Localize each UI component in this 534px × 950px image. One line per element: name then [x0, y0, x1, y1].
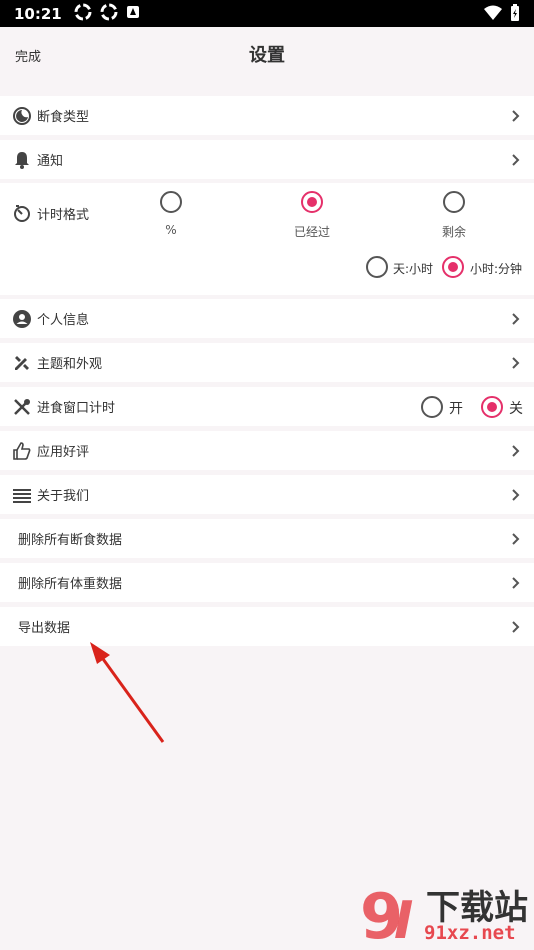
row-notification[interactable]: 通知: [0, 140, 534, 179]
status-bar: 10:21: [0, 0, 534, 27]
option-percent-label: %: [165, 223, 177, 237]
chevron-right-icon: [508, 355, 522, 369]
bell-icon: [12, 150, 32, 170]
row-label-fasting-type: 断食类型: [37, 110, 90, 125]
row-label-about: 关于我们: [37, 489, 90, 504]
moon-icon: [12, 106, 32, 126]
row-theme[interactable]: 主题和外观: [0, 343, 534, 382]
status-time: 10:21: [14, 4, 62, 23]
radio-elapsed[interactable]: [301, 191, 323, 213]
radio-hour-minute[interactable]: [442, 256, 464, 278]
row-label-export: 导出数据: [18, 621, 71, 636]
thumbs-up-icon: [12, 441, 32, 461]
row-label-rate: 应用好评: [37, 445, 90, 460]
header-bar: 完成 设置: [0, 27, 534, 83]
row-delete-weight[interactable]: 删除所有体重数据: [0, 563, 534, 602]
sync-icon-2: [100, 3, 118, 25]
chevron-right-icon: [508, 575, 522, 589]
eating-window-on-label: 开: [449, 401, 463, 417]
row-export[interactable]: 导出数据: [0, 607, 534, 646]
row-label-delete-fasting: 删除所有断食数据: [18, 533, 123, 548]
menu-lines-icon: [12, 485, 32, 505]
page-title: 设置: [249, 45, 285, 66]
chevron-right-icon: [508, 619, 522, 633]
row-label-eating-window: 进食窗口计时: [37, 401, 116, 416]
watermark-domain: 91xz.net: [424, 922, 516, 944]
timer-format-label: 计时格式: [37, 208, 90, 223]
radio-eating-window-off[interactable]: [481, 396, 503, 418]
utensils-icon: [12, 397, 32, 417]
sync-icon: [74, 3, 92, 25]
chevron-right-icon: [508, 108, 522, 122]
notification-app-icon: [126, 4, 140, 23]
unit-day-hour-label: 天:小时: [393, 262, 434, 276]
timer-icon: [12, 203, 32, 223]
row-fasting-type[interactable]: 断食类型: [0, 96, 534, 135]
row-about[interactable]: 关于我们: [0, 475, 534, 514]
chevron-right-icon: [508, 152, 522, 166]
row-label-notification: 通知: [37, 154, 64, 169]
battery-icon: [510, 4, 520, 26]
chevron-right-icon: [508, 487, 522, 501]
wifi-icon: [484, 5, 502, 25]
unit-hour-minute-label: 小时:分钟: [470, 262, 523, 276]
row-delete-fasting[interactable]: 删除所有断食数据: [0, 519, 534, 558]
row-label-delete-weight: 删除所有体重数据: [18, 577, 123, 592]
radio-percent[interactable]: [160, 191, 182, 213]
radio-remaining[interactable]: [443, 191, 465, 213]
chevron-right-icon: [508, 531, 522, 545]
watermark-logo: 9 I 下载站 91xz.net: [360, 880, 530, 950]
chevron-right-icon: [508, 311, 522, 325]
option-remaining-label: 剩余: [441, 225, 466, 239]
row-profile[interactable]: 个人信息: [0, 299, 534, 338]
row-label-profile: 个人信息: [37, 313, 90, 328]
option-elapsed-label: 已经过: [293, 225, 330, 239]
row-rate[interactable]: 应用好评: [0, 431, 534, 470]
row-eating-window: 进食窗口计时 开 关: [0, 387, 534, 426]
design-tools-icon: [12, 353, 32, 373]
row-label-theme: 主题和外观: [37, 357, 103, 372]
account-icon: [12, 309, 32, 329]
eating-window-off-label: 关: [509, 401, 523, 417]
svg-text:I: I: [394, 891, 413, 946]
radio-day-hour[interactable]: [366, 256, 388, 278]
radio-eating-window-on[interactable]: [421, 396, 443, 418]
chevron-right-icon: [508, 443, 522, 457]
timer-format-section: 计时格式 % 已经过 剩余 天:小时 小时:分钟: [0, 183, 534, 295]
